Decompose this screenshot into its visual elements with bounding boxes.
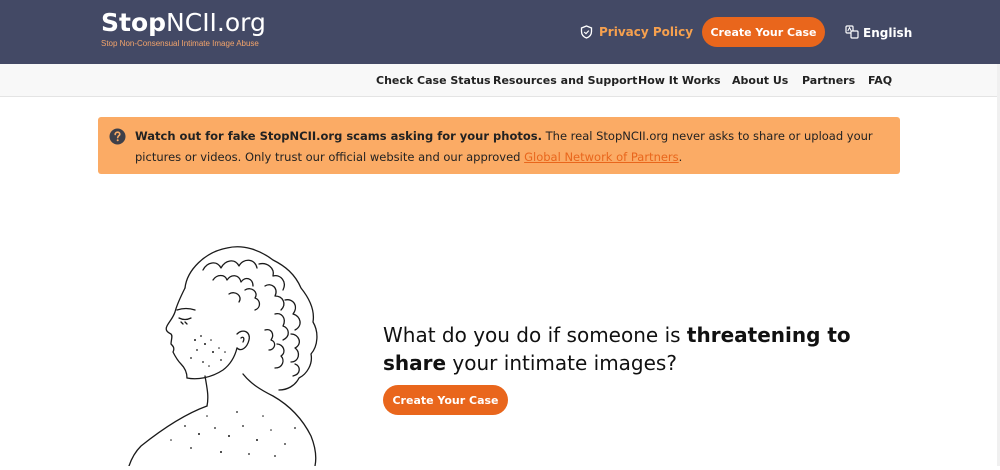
privacy-policy-label: Privacy Policy [599,25,694,39]
shield-icon [580,25,593,39]
alert-bold-text: Watch out for fake StopNCII.org scams as… [135,129,542,143]
hero-illustration [125,240,325,467]
secondary-nav: Check Case Status Resources and Support … [0,64,1000,97]
privacy-policy-link[interactable]: Privacy Policy [580,23,693,41]
nav-faq[interactable]: FAQ [868,74,892,87]
nav-check-case-status[interactable]: Check Case Status [376,74,491,87]
translate-icon [845,24,859,42]
global-network-partners-link[interactable]: Global Network of Partners [524,150,679,164]
top-header: StopNCII.org Stop Non-Consensual Intimat… [0,0,1000,64]
nav-about-us[interactable]: About Us [732,74,788,87]
language-label: English [863,26,913,40]
site-logo[interactable]: StopNCII.org Stop Non-Consensual Intimat… [101,9,266,49]
hero-heading: What do you do if someone is threatening… [383,323,851,375]
scam-warning-alert: Watch out for fake StopNCII.org scams as… [98,117,900,174]
nav-resources-and-support[interactable]: Resources and Support [493,74,637,87]
alert-message: Watch out for fake StopNCII.org scams as… [135,129,873,164]
logo-tagline: Stop Non-Consensual Intimate Image Abuse [101,39,259,48]
question-icon [109,128,126,145]
create-case-button-header[interactable]: Create Your Case [702,17,825,47]
language-selector[interactable]: English [845,24,913,42]
logo-text: StopNCII.org [101,8,266,37]
nav-how-it-works[interactable]: How It Works [638,74,721,87]
create-case-button-hero[interactable]: Create Your Case [383,385,508,415]
nav-partners[interactable]: Partners [802,74,855,87]
